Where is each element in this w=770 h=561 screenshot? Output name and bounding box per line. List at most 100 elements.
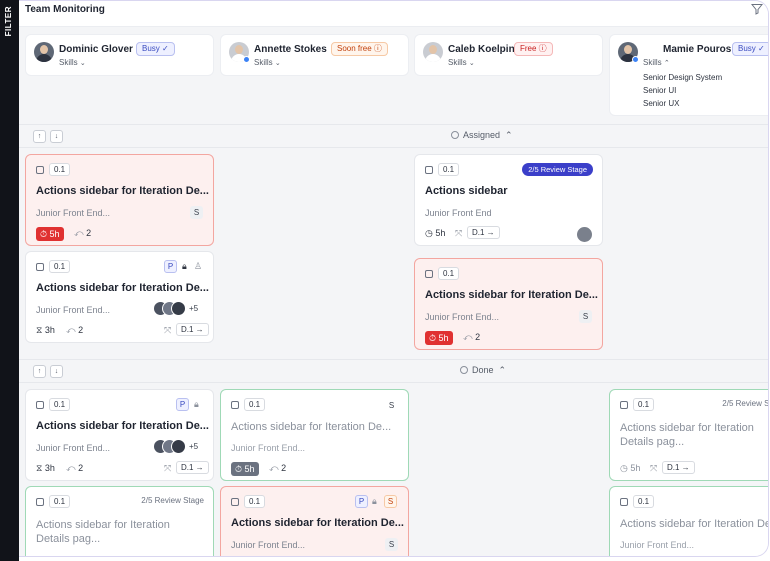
comment-count: ⤺ 2: [74, 228, 91, 239]
move-down-button[interactable]: ↓: [50, 365, 63, 378]
task-title: Actions sidebar for Iteration De...: [231, 517, 404, 529]
task-card[interactable]: 0.1 Actions sidebar for Iteration De... …: [609, 486, 768, 556]
avatar: [34, 42, 54, 62]
task-card[interactable]: 0.1 P 🔒︎ S Actions sidebar for Iteration…: [220, 486, 409, 556]
dependency-chip[interactable]: D.1 →: [176, 461, 209, 474]
task-role: Junior Front End...: [231, 540, 306, 550]
copy-icon[interactable]: [620, 401, 628, 409]
member-name: Dominic Glover: [59, 44, 133, 55]
task-title: Actions sidebar for Iteration De...: [36, 185, 209, 197]
version-chip: 0.1: [49, 260, 71, 273]
avatar: [423, 42, 443, 62]
time-badge-overdue: ⏱ 5h: [36, 227, 64, 241]
chevron-down-icon: ⌄: [274, 60, 281, 67]
dependency-chip[interactable]: D.1 →: [662, 461, 695, 474]
dependency-chip[interactable]: D.1 →: [176, 323, 209, 336]
chevron-up-icon: ⌃: [505, 130, 513, 140]
task-role: Junior Front End...: [36, 305, 111, 315]
dependency-chip[interactable]: D.1 →: [467, 226, 500, 239]
avatar: [171, 439, 186, 454]
reply-icon: ⤺: [463, 332, 473, 342]
task-role: Junior Front End...: [231, 443, 306, 453]
task-title: Actions sidebar: [425, 185, 508, 197]
move-down-button[interactable]: ↓: [50, 130, 63, 143]
member-name: Mamie Pouros: [663, 44, 732, 55]
status-badge: Free ⓘ: [514, 42, 553, 56]
skill-item: Senior UI: [643, 86, 677, 95]
section-toggle-assigned[interactable]: Assigned ⌃: [451, 130, 513, 141]
member-card-annette-stokes[interactable]: Annette Stokes Soon free ⓘ Skills ⌄: [220, 34, 409, 76]
copy-icon[interactable]: [36, 498, 44, 506]
copy-icon[interactable]: [231, 401, 239, 409]
comment-value: 2: [475, 332, 481, 342]
version-chip: 0.1: [49, 398, 71, 411]
task-card[interactable]: 0.1 P 🔒︎ ♙ Actions sidebar for Iteration…: [25, 251, 214, 343]
copy-icon[interactable]: [36, 401, 44, 409]
copy-icon[interactable]: [36, 263, 44, 271]
priority-chip: P: [176, 398, 189, 411]
reply-icon: ⤺: [66, 463, 76, 473]
task-title: Actions sidebar for Iteration Details pa…: [36, 519, 170, 545]
member-card-dominic-glover[interactable]: Dominic Glover Busy ✓ Skills ⌄: [25, 34, 214, 76]
comment-count: ⤺ 2: [463, 332, 480, 343]
section-assigned: ↑ ↓ Assigned ⌃: [19, 124, 768, 148]
person-icon: ♙: [194, 261, 203, 271]
skills-toggle[interactable]: Skills ⌃: [643, 58, 670, 67]
task-card[interactable]: 0.1 2/5 Review Stage Actions sidebar Jun…: [414, 154, 603, 246]
status-badge: Busy ✓: [732, 42, 768, 56]
skills-toggle[interactable]: Skills ⌄: [254, 58, 281, 67]
version-chip: 0.1: [633, 398, 655, 411]
copy-icon[interactable]: [231, 498, 239, 506]
priority-chip: P: [355, 495, 368, 508]
skill-item: Senior Design System: [643, 73, 723, 82]
section-toggle-done[interactable]: Done ⌃: [460, 365, 506, 376]
task-title: Actions sidebar for Iteration Details pa…: [620, 422, 754, 448]
assignee-avatars: +5: [153, 301, 203, 317]
version-chip: 0.1: [244, 495, 266, 508]
task-card[interactable]: 0.1 Actions sidebar for Iteration De... …: [25, 154, 214, 246]
clock-icon: [460, 366, 468, 374]
stage-badge: 2/5 Review Stage: [522, 163, 593, 176]
member-name: Annette Stokes: [254, 44, 327, 55]
time-estimate: ⧖ 3h: [36, 325, 55, 335]
task-card[interactable]: 0.1 S Actions sidebar for Iteration De..…: [220, 389, 409, 481]
online-status-icon: [632, 56, 639, 63]
copy-icon[interactable]: [620, 498, 628, 506]
version-chip: 0.1: [244, 398, 266, 411]
version-chip: 0.1: [633, 495, 655, 508]
comment-value: 2: [78, 325, 84, 335]
skills-toggle[interactable]: Skills ⌄: [448, 58, 475, 67]
filter-rail[interactable]: FILTER: [0, 0, 19, 561]
task-card[interactable]: 0.1 2/5 Review Stage Actions sidebar for…: [609, 389, 769, 481]
move-up-button[interactable]: ↑: [33, 365, 46, 378]
skills-label: Skills: [59, 58, 78, 67]
funnel-icon[interactable]: [751, 3, 763, 15]
copy-icon[interactable]: [425, 166, 433, 174]
move-up-button[interactable]: ↑: [33, 130, 46, 143]
task-role: Junior Front End: [425, 208, 492, 218]
comment-value: 2: [281, 463, 287, 473]
size-chip: S: [190, 206, 203, 219]
section-title: Done: [472, 365, 494, 375]
task-title: Actions sidebar for Iteration De...: [36, 420, 209, 432]
comment-value: 2: [86, 228, 92, 238]
stage-label: 2/5 Review Stage: [722, 399, 769, 408]
member-card-mamie-pouros[interactable]: Mamie Pouros Busy ✓ Skills ⌃ Senior Desi…: [609, 34, 768, 116]
task-title: Actions sidebar for Iteration De...: [36, 282, 209, 294]
lock-icon: 🔒︎: [372, 496, 377, 506]
task-card[interactable]: 0.1 Actions sidebar for Iteration De... …: [414, 258, 603, 350]
size-chip: S: [388, 401, 395, 410]
stage-label: 2/5 Review Stage: [141, 496, 204, 505]
status-badge: Soon free ⓘ: [331, 42, 388, 56]
copy-icon[interactable]: [425, 270, 433, 278]
app-frame: FILTER Team Monitoring Dominic Glover Bu…: [0, 0, 770, 561]
time-badge-overdue: ⏱ 5h: [425, 331, 453, 345]
task-role: Junior Front End...: [36, 208, 111, 218]
task-role: Junior Front End...: [620, 540, 695, 550]
task-card[interactable]: 0.1 2/5 Review Stage Actions sidebar for…: [25, 486, 214, 556]
task-card[interactable]: 0.1 P 🔒︎ Actions sidebar for Iteration D…: [25, 389, 214, 481]
member-card-caleb-koelpin[interactable]: Caleb Koelpin Free ⓘ Skills ⌄: [414, 34, 603, 76]
version-chip: 0.1: [49, 163, 71, 176]
skills-toggle[interactable]: Skills ⌄: [59, 58, 86, 67]
copy-icon[interactable]: [36, 166, 44, 174]
